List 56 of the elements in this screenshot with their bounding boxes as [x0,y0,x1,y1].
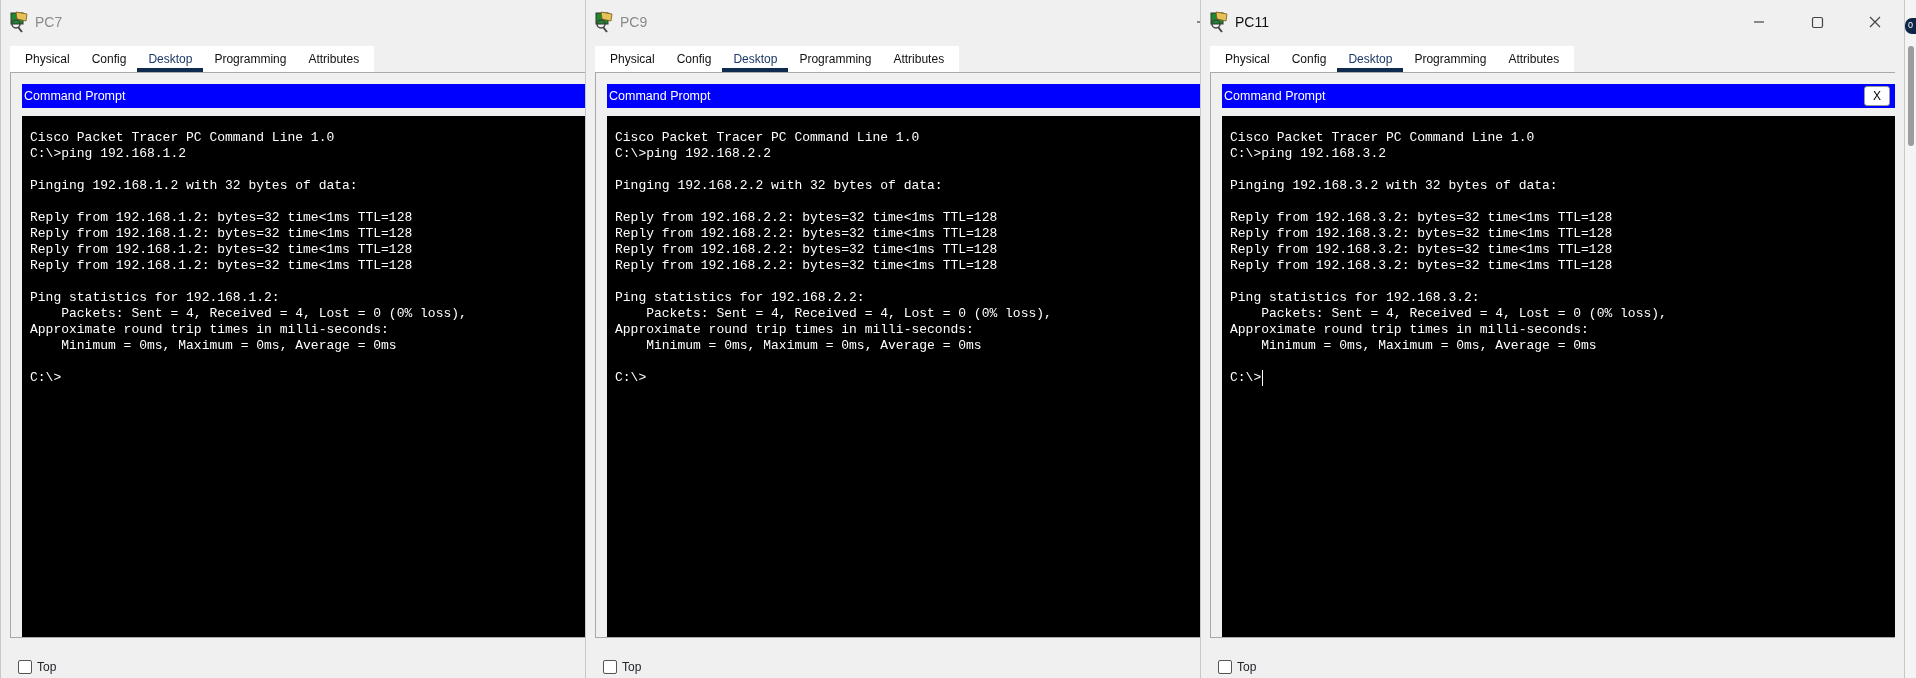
terminal-line: Cisco Packet Tracer PC Command Line 1.0 [615,130,920,146]
checkbox-label: Top [622,659,642,676]
terminal-line: Packets: Sent = 4, Received = 4, Lost = 0 (0% loss), [645,306,1052,322]
checkbox-label: Top [1237,659,1257,676]
terminal-line: C:\>ping 192.168.2.2 [615,146,772,162]
computer-icon [594,11,614,33]
terminal-line: Cisco Packet Tracer PC Command Line 1.0 [30,130,335,146]
panel-title: Command Prompt [24,87,126,105]
terminal-line: Reply from 192.168.1.2: bytes=32 time<1ms TTL=128 [30,242,413,258]
terminal-line: Reply from 192.168.3.2: bytes=32 time<1ms TTL=128 [1230,258,1613,274]
window-title: PC7 [35,12,63,32]
terminal-line: Reply from 192.168.2.2: bytes=32 time<1ms TTL=128 [615,226,998,242]
terminal-line: Packets: Sent = 4, Received = 4, Lost = 0 (0% loss), [60,306,467,322]
terminal-line: Reply from 192.168.3.2: bytes=32 time<1ms TTL=128 [1230,226,1613,242]
terminal-line: Reply from 192.168.2.2: bytes=32 time<1ms TTL=128 [615,242,998,258]
terminal-line: Reply from 192.168.3.2: bytes=32 time<1ms TTL=128 [1230,210,1613,226]
computer-icon [1209,11,1229,33]
checkbox[interactable] [18,660,32,674]
checkbox-label: Top [37,659,57,676]
terminal-line: Ping statistics for 192.168.3.2: [1230,290,1480,306]
terminal-line: Minimum = 0ms, Maximum = 0ms, Average = 0ms [1260,338,1597,354]
computer-icon [9,11,29,33]
scrollbar-thumb[interactable] [1907,46,1914,146]
terminal-line: Reply from 192.168.3.2: bytes=32 time<1ms TTL=128 [1230,242,1613,258]
checkbox[interactable] [603,660,617,674]
terminal-line: Approximate round trip times in milli-seconds: [615,322,974,338]
maximize-icon [1810,15,1824,29]
terminal-line: Ping statistics for 192.168.2.2: [615,290,865,306]
close-button[interactable]: X [1864,86,1890,106]
terminal-line: Ping statistics for 192.168.1.2: [30,290,280,306]
panel-title: Command Prompt [609,87,711,105]
terminal-line: Minimum = 0ms, Maximum = 0ms, Average = 0ms [645,338,982,354]
terminal-line: C:\> [615,370,647,386]
window-title: PC9 [620,12,648,32]
terminal-line: C:\> [1230,370,1264,386]
terminal-line: Reply from 192.168.1.2: bytes=32 time<1ms TTL=128 [30,210,413,226]
terminal-line: Approximate round trip times in milli-seconds: [1230,322,1589,338]
window-title: PC11 [1235,12,1269,32]
terminal-line: Minimum = 0ms, Maximum = 0ms, Average = 0ms [60,338,397,354]
terminal-line: Pinging 192.168.1.2 with 32 bytes of data: [30,178,358,194]
terminal-line: C:\>ping 192.168.1.2 [30,146,187,162]
terminal-line: C:\> [30,370,62,386]
checkbox[interactable] [1218,660,1232,674]
terminal-line: Cisco Packet Tracer PC Command Line 1.0 [1230,130,1535,146]
terminal-line: Reply from 192.168.2.2: bytes=32 time<1ms TTL=128 [615,258,998,274]
notification-badge: 0 [1905,18,1916,34]
close-icon [1868,15,1882,29]
panel-title: Command Prompt [1224,87,1326,105]
terminal-line: Pinging 192.168.3.2 with 32 bytes of data: [1230,178,1558,194]
terminal-line: Reply from 192.168.2.2: bytes=32 time<1ms TTL=128 [615,210,998,226]
terminal-line: Reply from 192.168.1.2: bytes=32 time<1ms TTL=128 [30,258,413,274]
terminal-line: Pinging 192.168.2.2 with 32 bytes of data: [615,178,943,194]
terminal-line: C:\>ping 192.168.3.2 [1230,146,1387,162]
terminal-line: Reply from 192.168.1.2: bytes=32 time<1ms TTL=128 [30,226,413,242]
terminal-line: Approximate round trip times in milli-seconds: [30,322,389,338]
terminal-line: Packets: Sent = 4, Received = 4, Lost = 0 (0% loss), [1260,306,1667,322]
